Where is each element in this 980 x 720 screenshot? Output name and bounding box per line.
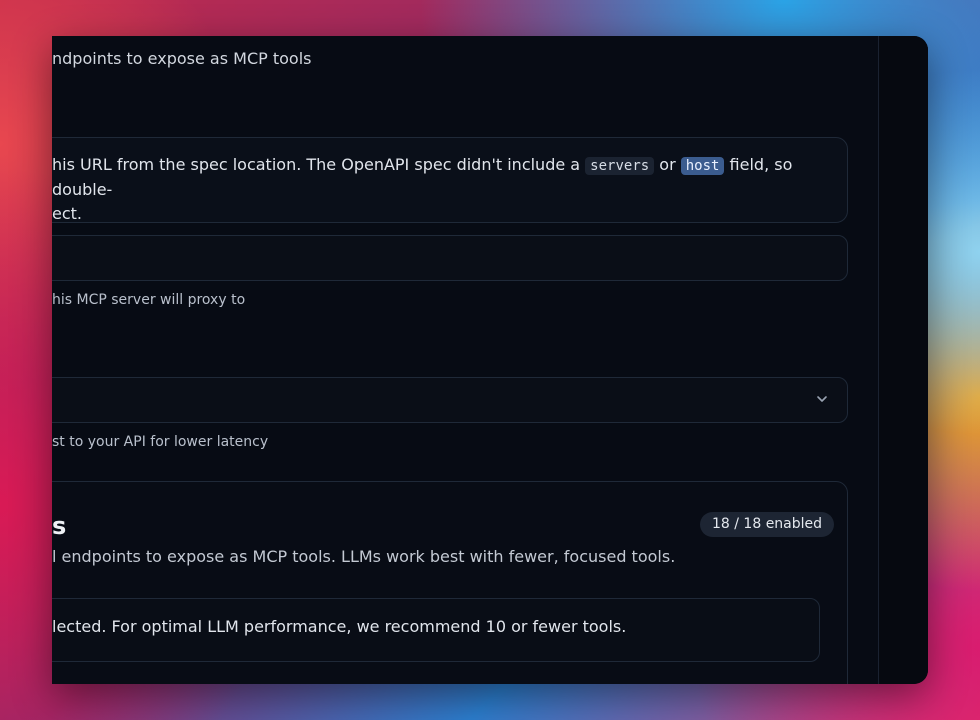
tools-description: l endpoints to expose as MCP tools. LLMs… [52, 547, 676, 566]
region-select[interactable] [52, 377, 848, 423]
chevron-down-icon [817, 396, 827, 402]
host-code: host [680, 157, 725, 175]
endpoints-description: ndpoints to expose as MCP tools [52, 49, 312, 68]
right-sidebar [878, 36, 928, 684]
base-url-callout-text: his URL from the spec location. The Open… [52, 153, 842, 226]
app-window: ndpoints to expose as MCP tools his URL … [52, 36, 928, 684]
base-url-input[interactable] [52, 235, 848, 281]
region-hint: st to your API for lower latency [52, 434, 269, 450]
callout-text-line2: ect. [52, 204, 82, 223]
servers-code: servers [585, 157, 655, 175]
callout-text-part1: his URL from the spec location. The Open… [52, 155, 586, 174]
tool-count-warning-text: lected. For optimal LLM performance, we … [52, 617, 627, 636]
base-url-hint: his MCP server will proxy to [52, 292, 246, 308]
callout-text-or: or [654, 155, 681, 174]
enabled-count-badge: 18 / 18 enabled [700, 512, 835, 537]
main-content: ndpoints to expose as MCP tools his URL … [52, 36, 878, 684]
tools-title: s [52, 512, 67, 540]
